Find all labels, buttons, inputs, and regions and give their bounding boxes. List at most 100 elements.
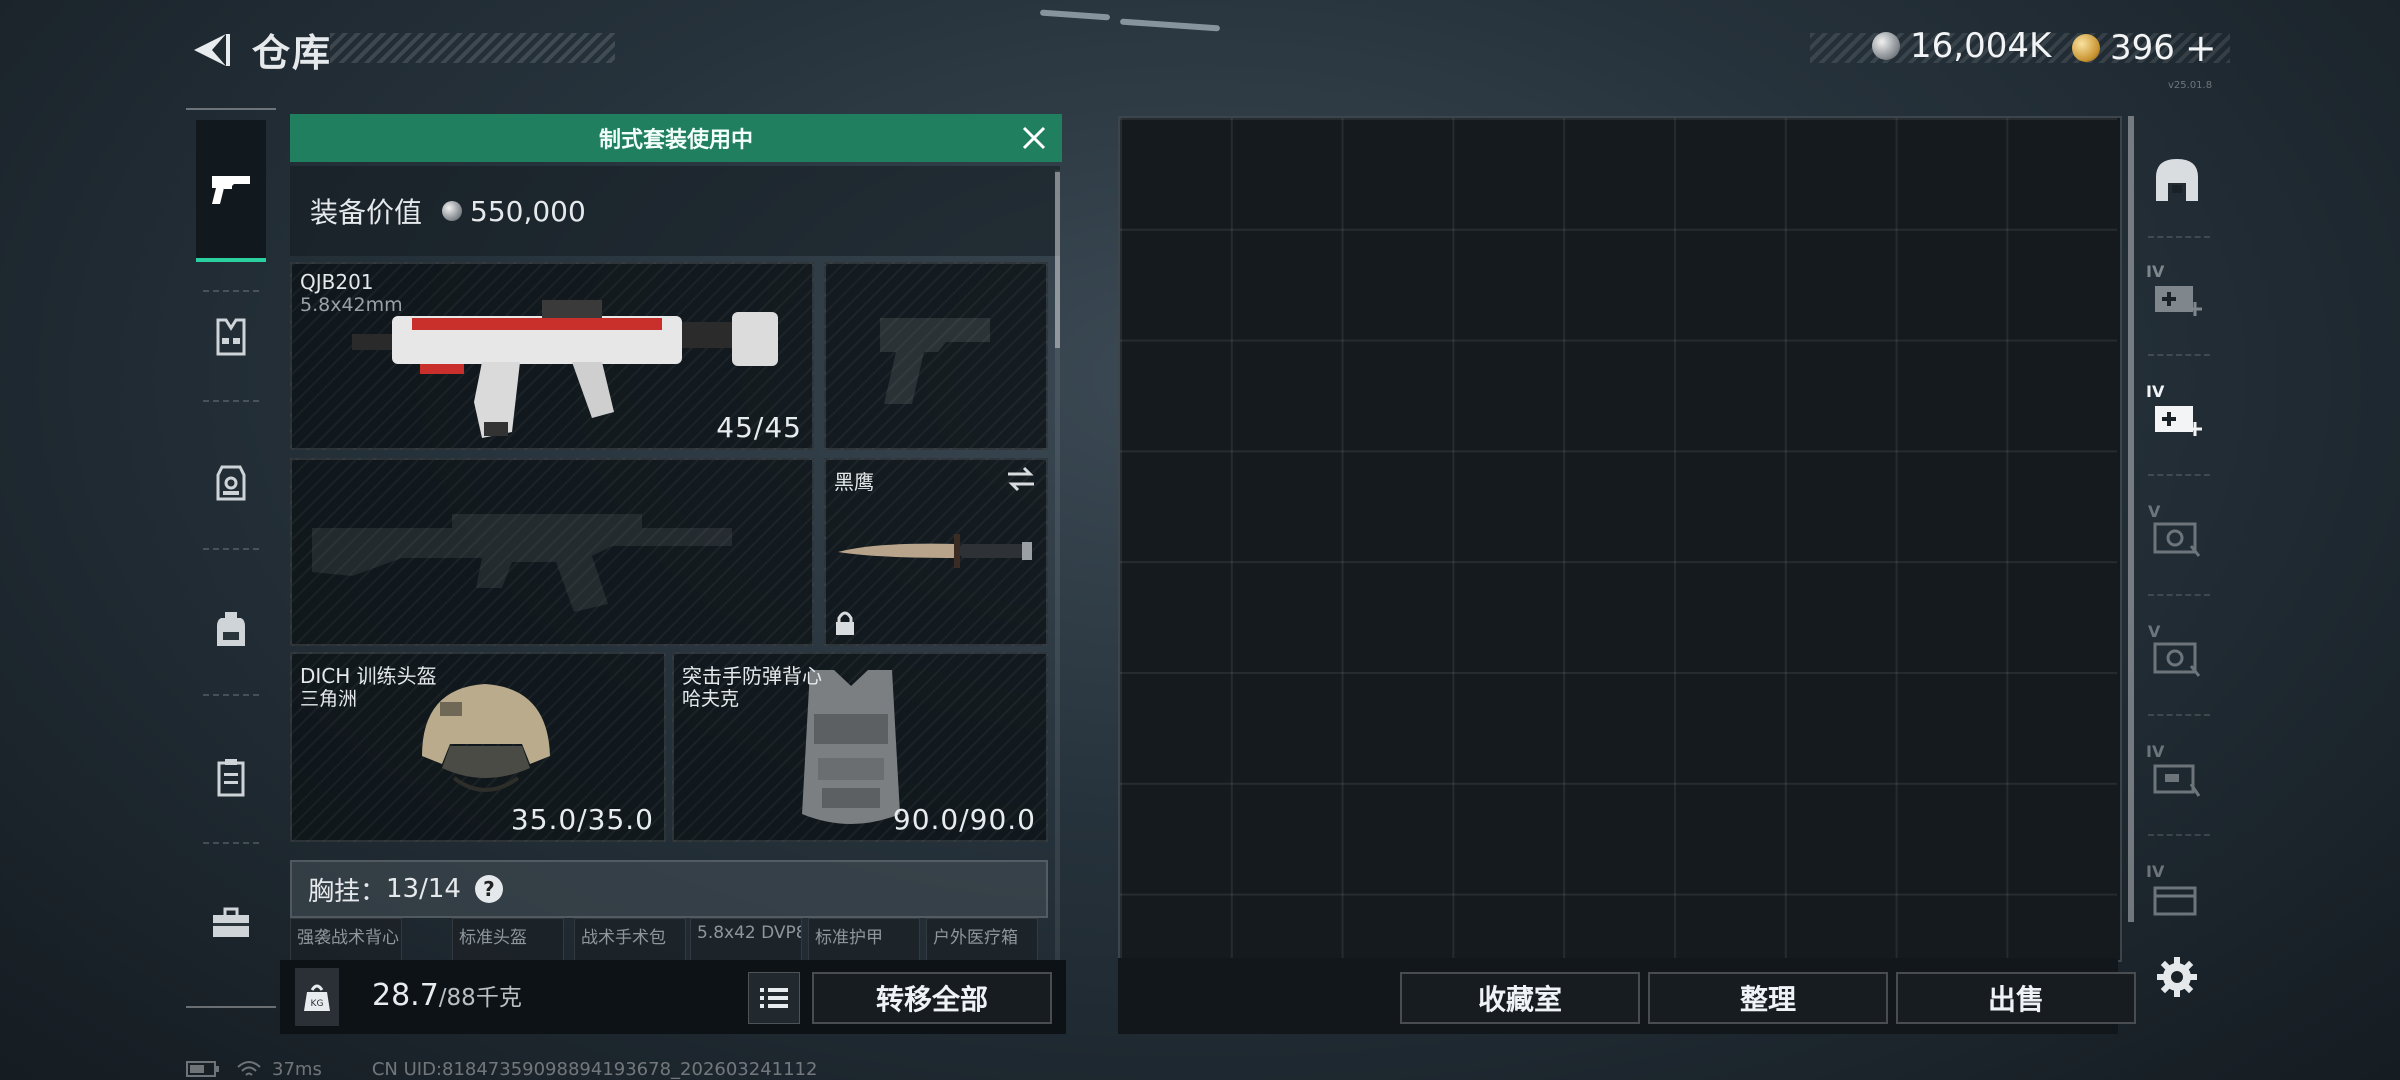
side-separator — [2148, 474, 2210, 476]
tier-label: V — [2148, 622, 2161, 641]
side-separator — [2148, 594, 2210, 596]
pistol-slot[interactable] — [824, 262, 1048, 450]
side-separator — [2148, 714, 2210, 716]
transfer-all-button[interactable]: 转移全部 — [812, 972, 1052, 1024]
gold-coin-icon — [2072, 34, 2100, 62]
helmet-faction: 三角洲 — [300, 688, 358, 710]
pistol-icon — [212, 176, 250, 204]
loadout-scrollbar[interactable] — [1055, 172, 1060, 348]
nav-separator — [203, 400, 259, 402]
safe-slot-v-button[interactable]: V — [2142, 500, 2212, 570]
help-icon[interactable]: ? — [474, 875, 503, 903]
settings-button[interactable] — [2142, 942, 2212, 1012]
weapon-name: QJB201 — [300, 270, 374, 294]
weapon-ammo-type: 5.8x42mm — [300, 294, 403, 316]
weapon-ammo-count: 45/45 — [716, 411, 802, 444]
nav-tab-weapons[interactable] — [196, 120, 266, 262]
bg-light-streak — [1119, 18, 1221, 32]
locker-room-button[interactable] — [2142, 144, 2212, 214]
gear-icon — [2157, 957, 2197, 997]
stash-grid[interactable] — [1120, 118, 2117, 958]
armor-durability: 90.0/90.0 — [892, 803, 1036, 836]
gold-currency: 396 + — [2072, 26, 2217, 70]
weight-kg-icon: KG — [304, 984, 330, 1011]
storage-slot-iv-button[interactable]: IV — [2142, 860, 2212, 930]
ping-text: 37ms — [272, 1058, 322, 1080]
organize-button[interactable]: 整理 — [1648, 972, 1888, 1024]
close-icon[interactable] — [1016, 120, 1052, 156]
equip-value: 550,000 — [470, 194, 586, 228]
equipment-value-row: 装备价值 550,000 — [290, 166, 1060, 256]
tool-slot-iv-button[interactable]: IV — [2142, 740, 2212, 810]
nav-separator — [203, 290, 259, 292]
rig-item-slot[interactable]: 标准护甲 — [808, 918, 920, 962]
tier-label: IV — [2146, 382, 2165, 401]
weight-max: /88千克 — [438, 985, 522, 1011]
melee-name: 黑鹰 — [834, 470, 874, 494]
nav-separator — [203, 842, 259, 844]
rifle-placeholder-icon — [312, 514, 732, 612]
nav-separator — [203, 548, 259, 550]
nav-tab-pouch[interactable] — [196, 742, 266, 812]
nav-bottom-line — [186, 1006, 276, 1008]
collection-room-button[interactable]: 收藏室 — [1400, 972, 1640, 1024]
gold-amount: 396 — [2110, 28, 2175, 68]
add-currency-button[interactable]: + — [2185, 26, 2217, 70]
helmet-durability: 35.0/35.0 — [510, 803, 654, 836]
nav-tab-backpack[interactable] — [196, 594, 266, 664]
vest-icon — [216, 318, 246, 356]
chest-rig-capacity: 13/14 — [386, 874, 461, 904]
chest-rig-row[interactable]: 胸挂： 13/14 ? — [290, 860, 1048, 918]
tier-label: V — [2148, 502, 2161, 521]
weight-current: 28.7 — [372, 978, 439, 1013]
page-title: 仓库 — [252, 31, 333, 75]
helmet-slot[interactable]: DICH 训练头盔 三角洲 35.0/35.0 — [290, 652, 666, 842]
loadout-banner-text: 制式套装使用中 — [598, 128, 753, 153]
loadout-status-banner: 制式套装使用中 — [290, 114, 1062, 162]
side-separator — [2148, 354, 2210, 356]
battery-icon — [186, 1061, 219, 1077]
chest-rig-label: 胸挂： — [308, 876, 387, 907]
case-slot-iv-active-button[interactable]: IV — [2142, 380, 2212, 450]
rig-item-slot[interactable]: 户外医疗箱 — [926, 918, 1038, 962]
sell-button[interactable]: 出售 — [1896, 972, 2136, 1024]
lock-icon — [836, 611, 854, 635]
armor-vest-image — [802, 670, 900, 824]
list-view-button[interactable] — [748, 972, 800, 1024]
tier-label: IV — [2146, 262, 2165, 281]
wifi-icon — [237, 1061, 261, 1076]
rifle-slot[interactable] — [290, 458, 814, 646]
side-separator — [2148, 834, 2210, 836]
armor-slot[interactable]: 突击手防弹背心 哈夫克 90.0/90.0 — [672, 652, 1048, 842]
rig-item-slot[interactable]: 强袭战术背心 阿萨拉 — [290, 918, 402, 962]
nav-tab-armor[interactable] — [196, 302, 266, 372]
silver-coin-icon — [442, 201, 463, 221]
swap-icon[interactable] — [1004, 464, 1038, 494]
melee-slot[interactable]: 黑鹰 — [824, 458, 1048, 646]
helmet-image — [422, 684, 550, 792]
uid-text: CN UID:8184735909889419367​8_20260324111… — [371, 1058, 818, 1080]
stash-scrollbar[interactable] — [2128, 116, 2134, 922]
equip-value-label: 装备价值 — [310, 196, 423, 229]
silver-coin-icon — [1872, 32, 1900, 60]
case-slot-iv-button[interactable]: IV — [2142, 260, 2212, 330]
weight-button[interactable]: KG — [295, 968, 339, 1026]
carry-weight: 28.7/88千克 — [372, 978, 522, 1013]
primary-weapon-slot[interactable]: QJB201 5.8x42mm 45/45 — [290, 262, 814, 450]
back-button[interactable] — [180, 22, 240, 78]
safe-slot-v-2-button[interactable]: V — [2142, 620, 2212, 690]
rig-item-slot[interactable]: 标准头盔 — [452, 918, 564, 962]
knife-image — [838, 534, 1032, 568]
rig-item-slot[interactable]: 战术手术包 — [574, 918, 686, 962]
briefcase-icon — [213, 907, 249, 937]
rig-item-slot[interactable]: 5.8x42 DVP88 — [690, 918, 802, 962]
armor-faction: 哈夫克 — [682, 688, 740, 710]
bg-light-streak — [1039, 9, 1111, 21]
silver-amount: 16,004K — [1910, 26, 2052, 66]
nav-tab-rig[interactable] — [196, 448, 266, 518]
locker-room-icon — [2156, 159, 2198, 201]
silver-currency: 16,004K — [1872, 26, 2051, 66]
nav-tab-case[interactable] — [196, 888, 266, 958]
tier-label: IV — [2146, 862, 2165, 881]
svg-text:KG: KG — [311, 999, 324, 1009]
